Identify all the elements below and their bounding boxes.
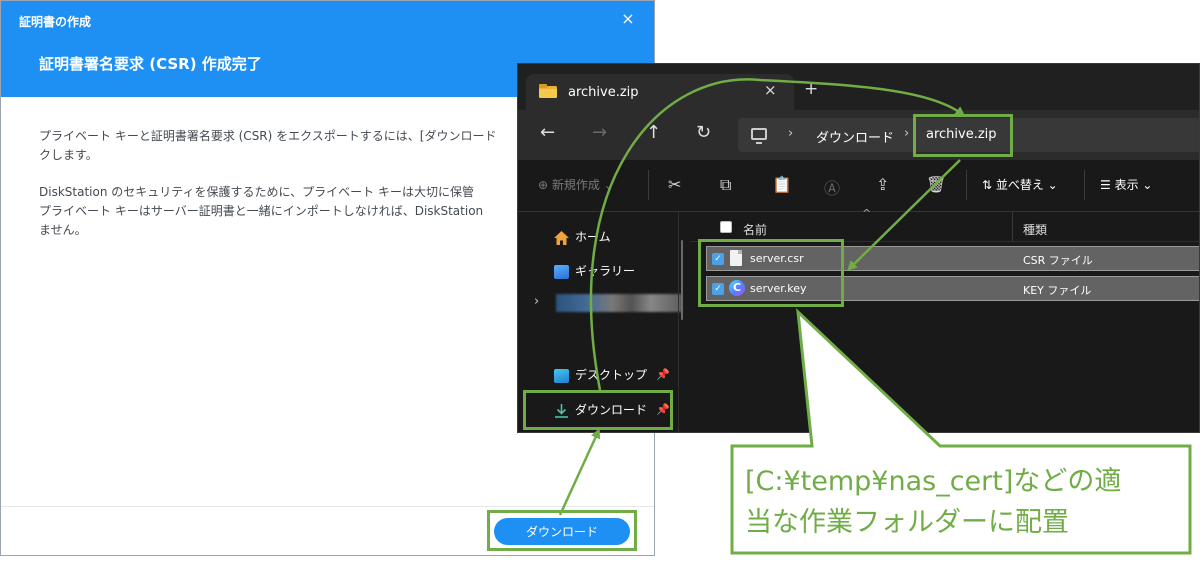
key-file-icon: C [729, 280, 745, 296]
footer-divider [1, 506, 654, 507]
desktop-icon [554, 368, 569, 383]
column-name[interactable]: 名前 [743, 221, 767, 238]
command-bar: ⊕ 新規作成 ⌄ ✂ ⧉ 📋 Ⓐ ⇪ 🗑 ⇅ 並べ替え ⌄ ☰ 表示 ⌄ [518, 160, 1199, 212]
sidebar-item-desktop[interactable]: デスクトップ [554, 366, 647, 383]
breadcrumb-downloads[interactable]: ダウンロード [816, 127, 894, 146]
pane-divider [678, 212, 679, 432]
view-button[interactable]: ☰ 表示 ⌄ [1100, 176, 1152, 193]
cut-icon[interactable]: ✂ [668, 175, 681, 194]
tab-bar: archive.zip × + [518, 64, 1199, 110]
file-explorer-window: archive.zip × + ← → ↑ ↻ › ダウンロード › archi… [517, 63, 1200, 433]
document-icon [730, 250, 742, 266]
tab-archive-zip[interactable]: archive.zip × [526, 74, 794, 110]
refresh-icon[interactable]: ↻ [696, 123, 711, 143]
back-arrow-icon[interactable]: ← [540, 123, 555, 143]
pin-icon[interactable]: 📌 [656, 368, 670, 381]
new-tab-icon[interactable]: + [804, 79, 818, 99]
file-name: server.key [750, 282, 807, 295]
sort-caret-icon: ^ [862, 207, 872, 220]
chevron-right-icon[interactable]: › [534, 294, 539, 309]
command-separator [966, 170, 967, 200]
dialog-heading: 証明書署名要求 (CSR) 作成完了 [39, 55, 262, 73]
sidebar-item-downloads[interactable]: ダウンロード [554, 401, 647, 418]
sidebar-item-home[interactable]: ホーム [554, 228, 611, 245]
column-header-row: 名前 ^ 種類 [690, 207, 1199, 242]
sort-button[interactable]: ⇅ 並べ替え ⌄ [982, 176, 1058, 193]
select-all-checkbox[interactable] [720, 221, 732, 233]
dialog-window-title: 証明書の作成 [19, 15, 92, 29]
forward-arrow-icon[interactable]: → [592, 123, 607, 143]
breadcrumb-separator: › [904, 126, 910, 141]
command-separator [1084, 170, 1085, 200]
delete-icon[interactable]: 🗑 [926, 175, 946, 194]
callout-text: [C:¥temp¥nas_cert]などの適 当な作業フォルダーに配置 [745, 466, 1122, 538]
download-button[interactable]: ダウンロード [494, 518, 630, 545]
column-type[interactable]: 種類 [1023, 221, 1047, 238]
column-divider[interactable] [1012, 212, 1013, 242]
file-row-server-csr[interactable]: ✓ server.csr CSR ファイル [706, 246, 1199, 271]
file-type: CSR ファイル [1023, 254, 1093, 267]
new-item-button[interactable]: ⊕ 新規作成 ⌄ [538, 176, 614, 193]
row-checkbox[interactable]: ✓ [712, 253, 724, 265]
command-separator [648, 170, 649, 200]
home-icon [554, 230, 569, 245]
paste-icon[interactable]: 📋 [772, 175, 792, 194]
share-icon[interactable]: ⇪ [876, 175, 889, 194]
tab-label: archive.zip [568, 85, 639, 100]
pin-icon[interactable]: 📌 [656, 403, 670, 416]
copy-icon[interactable]: ⧉ [720, 175, 731, 195]
file-row-server-key[interactable]: ✓ C server.key KEY ファイル [706, 276, 1199, 301]
row-checkbox[interactable]: ✓ [712, 283, 724, 295]
sidebar-item-gallery[interactable]: ギャラリー [554, 262, 635, 279]
breadcrumb-separator: › [788, 126, 794, 141]
file-type: KEY ファイル [1023, 284, 1092, 297]
address-bar[interactable]: › ダウンロード › archive.zip [738, 118, 1199, 152]
sidebar-item-redacted[interactable] [556, 294, 682, 312]
sidebar-scrollbar[interactable] [681, 240, 683, 320]
up-arrow-icon[interactable]: ↑ [646, 123, 661, 143]
download-icon [555, 403, 568, 418]
tab-close-icon[interactable]: × [764, 81, 777, 99]
rename-icon[interactable]: Ⓐ [824, 175, 840, 199]
breadcrumb-archive-zip[interactable]: archive.zip [926, 127, 997, 142]
gallery-icon [554, 264, 569, 279]
pc-icon [751, 128, 767, 144]
navigation-pane: ホーム ギャラリー › デスクトップ 📌 ダウンロード 📌 [518, 212, 690, 432]
navigation-bar: ← → ↑ ↻ › ダウンロード › archive.zip [518, 110, 1199, 160]
dialog-close-icon[interactable]: × [618, 9, 638, 29]
file-name: server.csr [750, 252, 804, 265]
file-list: 名前 ^ 種類 ✓ server.csr CSR ファイル ✓ C server… [690, 207, 1199, 432]
folder-icon [539, 84, 557, 98]
